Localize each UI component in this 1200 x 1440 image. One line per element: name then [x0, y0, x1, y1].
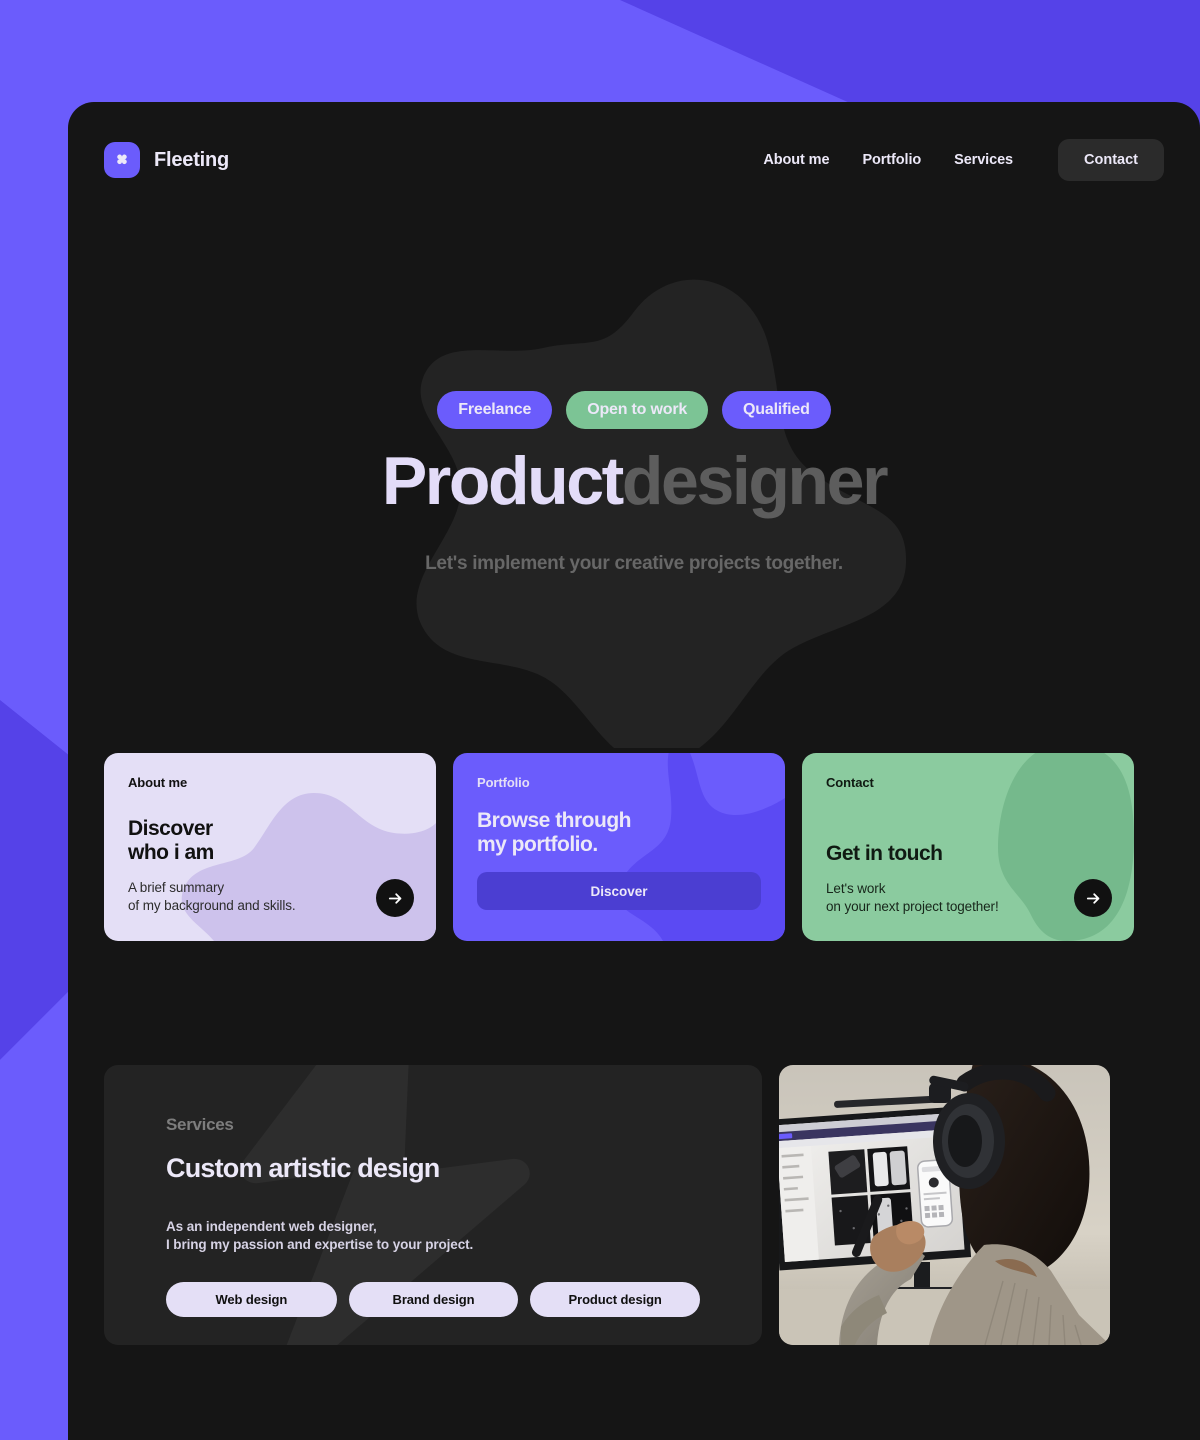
service-tag-web-design[interactable]: Web design [166, 1282, 337, 1318]
hero-title-strong: Product [381, 442, 624, 519]
services-desc-line1: As an independent web designer, [166, 1219, 377, 1234]
card-eyebrow-portfolio: Portfolio [477, 775, 530, 790]
badge-qualified[interactable]: Qualified [722, 390, 831, 429]
arrow-right-icon [388, 892, 401, 904]
services-title: Custom artistic design [166, 1153, 440, 1183]
nav-link-portfolio[interactable]: Portfolio [862, 152, 921, 168]
hero-badges: Freelance Open to work Qualified [437, 390, 831, 429]
card-heading-line2: my portfolio. [477, 832, 598, 856]
card-eyebrow-about-me: About me [128, 775, 188, 790]
clover-icon [104, 142, 140, 178]
card-discover-button[interactable]: Discover [477, 872, 761, 911]
card-desc-line2: of my background and skills. [128, 898, 296, 914]
services-description: As an independent web designer, I bring … [166, 1218, 700, 1254]
card-eyebrow-contact: Contact [826, 775, 874, 790]
page-title: Productdesigner [381, 442, 889, 519]
designer-at-desk-photo [779, 1065, 1110, 1345]
app-panel: Fleeting About me Portfolio Services Con… [68, 102, 1200, 1440]
card-heading-line1: Discover [128, 817, 213, 840]
badge-freelance[interactable]: Freelance [437, 390, 553, 429]
promo-card-about-me[interactable]: About me Discover who i am A brief summa… [104, 753, 436, 941]
arrow-right-icon [1086, 892, 1099, 904]
promo-card-row: About me Discover who i am A brief summa… [104, 753, 1134, 941]
card-heading-line2: who i am [128, 840, 214, 864]
card-heading-line1: Browse through [477, 809, 632, 832]
services-row: Services Custom artistic design As an in… [104, 1065, 1134, 1345]
main-nav: About me Portfolio Services Contact [763, 139, 1164, 181]
card-desc-line1: Let's work [826, 880, 886, 896]
card-desc-line2: on your next project together! [826, 898, 999, 914]
card-heading-line1: Get in touch [826, 842, 943, 865]
card-arrow-button-about-me[interactable] [376, 879, 414, 917]
hero-section: Freelance Open to work Qualified Product… [68, 218, 1200, 748]
promo-card-portfolio[interactable]: Portfolio Browse through my portfolio. D… [453, 753, 785, 941]
hero-subtitle: Let's implement your creative projects t… [425, 553, 843, 575]
badge-open-to-work[interactable]: Open to work [566, 390, 709, 429]
card-arrow-button-contact[interactable] [1074, 879, 1112, 917]
hero-title-muted: designer [621, 442, 889, 519]
card-desc-line1: A brief summary [128, 880, 225, 896]
brand-name: Fleeting [154, 148, 230, 171]
services-eyebrow: Services [166, 1115, 234, 1134]
service-tag-product-design[interactable]: Product design [530, 1282, 700, 1318]
services-panel: Services Custom artistic design As an in… [104, 1065, 762, 1345]
brand-logo[interactable]: Fleeting [104, 142, 229, 178]
services-desc-line2: I bring my passion and expertise to your… [166, 1237, 474, 1253]
services-tag-list: Web design Brand design Product design [166, 1282, 700, 1318]
promo-card-contact[interactable]: Contact Get in touch Let's work on your … [802, 753, 1134, 941]
nav-link-about-me[interactable]: About me [763, 152, 829, 168]
nav-link-services[interactable]: Services [954, 152, 1013, 168]
service-tag-brand-design[interactable]: Brand design [348, 1282, 519, 1318]
site-header: Fleeting About me Portfolio Services Con… [68, 102, 1200, 218]
nav-contact-button[interactable]: Contact [1058, 139, 1164, 181]
